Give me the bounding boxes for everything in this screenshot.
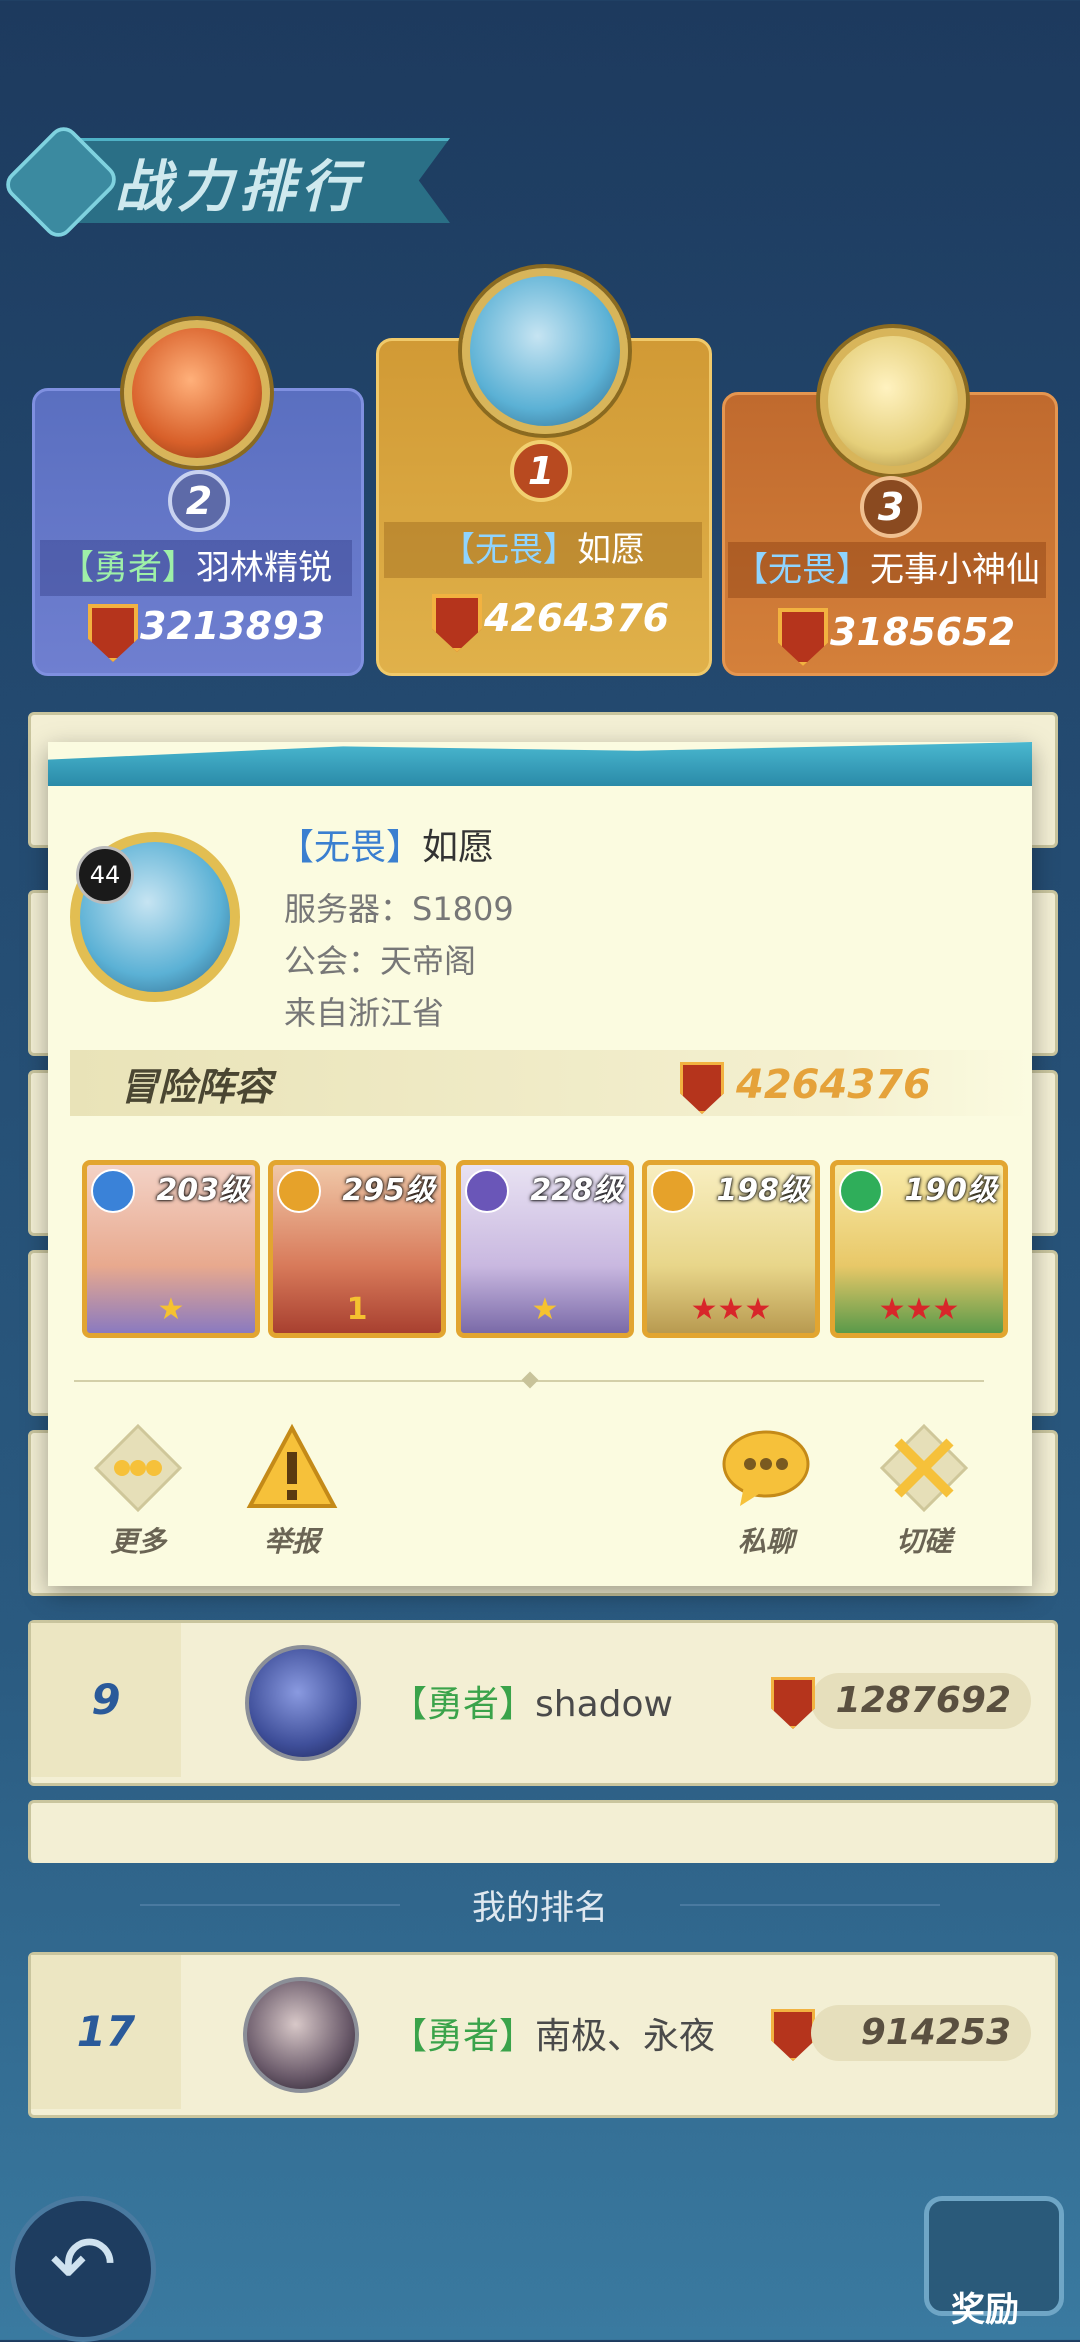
crossed-swords-icon (879, 1423, 969, 1513)
list-item[interactable]: 9 【勇者】shadow 1287692 (28, 1620, 1058, 1786)
popup-player-name: 【无畏】如愿 (278, 818, 494, 870)
player-level-badge: 44 (76, 846, 134, 904)
page-title: 战力排行 (115, 155, 363, 220)
element-icon (277, 1169, 321, 1213)
avatar[interactable] (820, 328, 966, 474)
power-shield-icon (771, 1677, 815, 1729)
origin-info: 来自浙江省 (284, 994, 445, 1032)
more-button[interactable]: 更多 (78, 1420, 198, 1560)
back-button[interactable]: ↶ (10, 2196, 156, 2342)
power-value: 914253 (811, 2005, 1031, 2061)
hero-card[interactable]: 190级 ★★★ (830, 1160, 1008, 1338)
podium-player-name: 【勇者】羽林精锐 (40, 540, 352, 596)
private-chat-button[interactable]: 私聊 (706, 1420, 826, 1560)
hero-level: 203级 (156, 1173, 249, 1208)
list-item[interactable] (28, 1800, 1058, 1863)
guild-tag: 【无畏】 (734, 550, 870, 590)
hero-level: 190级 (904, 1173, 997, 1208)
hero-stars: ★★★ (690, 1292, 772, 1327)
podium-player-name: 【无畏】无事小神仙 (728, 542, 1046, 598)
report-button[interactable]: 举报 (232, 1420, 352, 1560)
player-name: 如愿 (577, 530, 645, 570)
rank-badge: 2 (168, 470, 230, 532)
element-icon (651, 1169, 695, 1213)
row-rank: 17 (31, 1955, 181, 2109)
player-name-line: 【勇者】南极、永夜 (391, 2007, 715, 2059)
rank-badge: 1 (510, 440, 572, 502)
more-icon (93, 1423, 183, 1513)
avatar[interactable] (243, 1977, 359, 2093)
avatar[interactable] (124, 320, 270, 466)
hero-stars: ★★★ (878, 1292, 960, 1327)
guild-tag: 【勇者】 (391, 1684, 536, 1725)
rank-badge: 3 (860, 476, 922, 538)
guild-tag: 【无畏】 (441, 530, 577, 570)
avatar[interactable] (462, 268, 628, 434)
hero-level: 295级 (342, 1173, 435, 1208)
player-name-line: 【勇者】shadow (391, 1675, 673, 1727)
hero-stars: ★ (157, 1292, 185, 1327)
player-name: 羽林精锐 (196, 548, 332, 588)
report-label: 举报 (263, 1525, 320, 1558)
power-value: 3213893 (140, 604, 326, 648)
avatar[interactable] (245, 1645, 361, 1761)
player-name: 无事小神仙 (870, 550, 1040, 590)
union-info: 公会：天帝阁 (284, 942, 477, 980)
power-shield-icon (771, 2009, 815, 2061)
my-rank-label: 我的排名 (472, 1888, 608, 1928)
hero-stars: 1 (346, 1292, 368, 1327)
chat-bubble-icon (722, 1430, 810, 1506)
duel-button[interactable]: 切磋 (864, 1420, 984, 1560)
guild-tag: 【勇者】 (391, 2016, 536, 2057)
hero-level: 198级 (716, 1173, 809, 1208)
server-info: 服务器：S1809 (284, 890, 514, 928)
element-icon (839, 1169, 883, 1213)
lineup-power: 4264376 (736, 1062, 931, 1108)
warning-icon (246, 1423, 338, 1508)
more-label: 更多 (109, 1525, 166, 1558)
guild-tag: 【无畏】 (278, 827, 423, 868)
guild-tag: 【勇者】 (60, 548, 196, 588)
player-name: 如愿 (422, 827, 495, 868)
row-rank: 9 (31, 1623, 181, 1777)
power-value: 3185652 (830, 610, 1016, 654)
element-icon (465, 1169, 509, 1213)
hero-card[interactable]: 228级 ★ (456, 1160, 634, 1338)
lineup-title: 冒险阵容 (120, 1065, 273, 1109)
chat-label: 私聊 (737, 1525, 794, 1558)
hero-card[interactable]: 203级 ★ (82, 1160, 260, 1338)
hero-level: 228级 (530, 1173, 623, 1208)
my-rank-row[interactable]: 17 【勇者】南极、永夜 914253 (28, 1952, 1058, 2118)
hero-card[interactable]: 198级 ★★★ (642, 1160, 820, 1338)
podium-player-name: 【无畏】如愿 (384, 522, 702, 578)
back-arrow-icon: ↶ (49, 2218, 117, 2311)
element-icon (91, 1169, 135, 1213)
hero-card[interactable]: 295级 1 (268, 1160, 446, 1338)
power-value: 4264376 (484, 596, 670, 640)
reward-label[interactable]: 奖励 (930, 2282, 1040, 2331)
duel-label: 切磋 (895, 1525, 952, 1558)
power-value: 1287692 (811, 1673, 1031, 1729)
player-name: 南极、永夜 (535, 2016, 716, 2057)
player-name: shadow (535, 1684, 673, 1725)
hero-stars: ★ (531, 1292, 559, 1327)
